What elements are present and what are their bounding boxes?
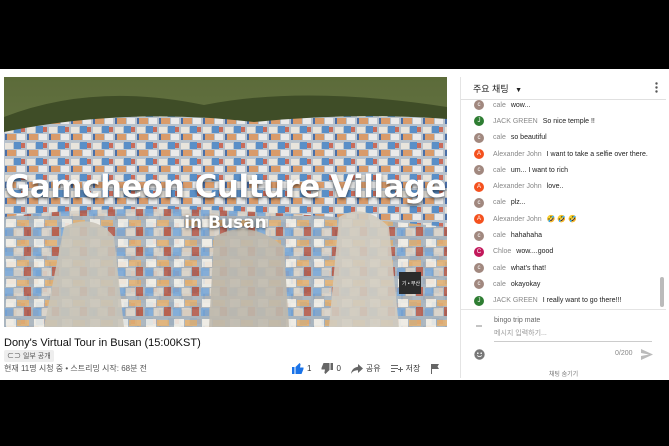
author-avatar: A [474,149,484,160]
live-chat-panel: 주요 채팅 ▼ c cale wow... J JACK GREEN So nice te… [460,77,666,378]
chat-message: c cale wow... [461,97,658,113]
action-bar: 1 0 공유 저장 [292,363,453,374]
chat-message: C Chloe wow....good [461,244,658,260]
author-avatar: J [474,295,484,306]
add-to-playlist-icon [390,364,403,372]
author-avatar: c [474,132,484,143]
author-name[interactable]: Alexander John [493,151,542,158]
message-text: So nice temple !! [542,117,595,125]
author-name[interactable]: JACK GREEN [493,118,538,125]
chat-message: c cale plz... [461,195,658,211]
chat-scrollbar[interactable] [660,277,664,307]
author-avatar: A [474,214,484,225]
author-name[interactable]: cale [493,134,506,141]
save-label: 저장 [405,364,421,373]
author-name[interactable]: cale [493,265,506,272]
message-text: what's that! [510,264,547,272]
chat-message: J JACK GREEN So nice temple !! [461,113,658,129]
visibility-label: 일부 공개 [22,353,51,360]
chat-input[interactable]: 메시지 입력하기... [494,328,652,342]
author-name[interactable]: cale [493,102,506,109]
message-text: hahahaha [510,232,542,240]
message-text: so beautiful [510,134,547,142]
user-avatar [474,318,484,336]
video-player[interactable]: Gamcheon Culture Village in Busan 기 • 부산 [4,77,447,327]
link-icon: ⊂⊃ [7,353,23,360]
user-name: bingo trip mate [494,317,541,324]
message-text: okayokay [510,280,541,288]
viewer-meta: 현재 11명 시청 중 • 스트리밍 시작: 68분 전 [4,364,148,373]
chat-message: A Alexander John 🤣 🤣 🤣 [461,211,658,227]
message-text: wow....good [516,248,554,256]
chat-message: c cale what's that! [461,260,658,276]
author-avatar: C [474,246,484,257]
like-count: 1 [307,364,312,373]
save-button[interactable]: 저장 [390,363,421,374]
chat-message: c cale okayokay [461,276,658,292]
dislike-button[interactable]: 0 [321,363,341,374]
like-button[interactable]: 1 [292,363,311,374]
author-avatar: c [474,100,484,111]
author-avatar: c [474,279,484,290]
author-name[interactable]: cale [493,199,506,206]
message-text: I want to take a selfie over there. [546,150,648,158]
report-button[interactable] [430,363,443,374]
author-name[interactable]: Alexander John [493,216,542,223]
hide-chat-button[interactable]: 채팅 숨기기 [461,369,666,378]
thumbs-down-icon [321,363,334,374]
chat-message: J JACK GREEN I really want to go there!!! [461,293,658,309]
visibility-badge: ⊂⊃ 일부 공개 [4,350,54,362]
video-overlay-title: Gamcheon Culture Village [4,169,447,205]
flag-icon [431,363,440,374]
video-overlay-subtitle: in Busan [184,213,267,233]
author-avatar: c [474,263,484,274]
watermark: 기 • 부산 [401,281,421,287]
chat-messages: c cale wow... J JACK GREEN So nice temple !! c… [461,97,658,309]
thumbs-up-icon [292,363,304,374]
chat-mode-selector[interactable]: 주요 채팅 ▼ [473,82,522,95]
author-name[interactable]: Alexander John [493,183,542,190]
author-avatar: J [474,116,484,127]
char-counter: 0/200 [615,350,633,357]
chat-input-area: bingo trip mate 메시지 입력하기... 0/200 채팅 숨기기 [461,309,666,379]
share-icon [350,363,363,374]
message-text: wow... [510,101,531,109]
youtube-live-page: Gamcheon Culture Village in Busan 기 • 부산… [0,69,669,380]
author-name[interactable]: Chloe [493,248,511,255]
message-text: I really want to go there!!! [542,297,622,305]
message-text: um... I want to rich [510,166,569,174]
chat-message: c cale so beautiful [461,130,658,146]
author-avatar: c [474,197,484,208]
author-avatar: c [474,230,484,241]
chat-message: A Alexander John love.. [461,178,658,194]
video-title: Dony's Virtual Tour in Busan (15:00KST) [4,337,201,349]
author-name[interactable]: cale [493,232,506,239]
message-text: 🤣 🤣 🤣 [546,216,577,224]
share-label: 공유 [365,364,381,373]
message-text: plz... [510,199,526,207]
author-name[interactable]: JACK GREEN [493,297,538,304]
emoji-icon[interactable] [474,347,485,365]
author-avatar: c [474,165,484,176]
message-text: love.. [546,183,564,191]
chat-mode-label: 주요 채팅 [473,83,509,94]
share-button[interactable]: 공유 [350,363,381,374]
dislike-count: 0 [336,364,341,373]
author-avatar: A [474,181,484,192]
author-name[interactable]: cale [493,167,506,174]
author-name[interactable]: cale [493,281,506,288]
dropdown-arrow-icon: ▼ [515,86,523,94]
chat-message: c cale hahahaha [461,227,658,243]
send-icon[interactable] [641,347,653,365]
chat-message: A Alexander John I want to take a selfie o… [461,146,658,162]
more-options-icon[interactable] [655,82,658,95]
chat-message: c cale um... I want to rich [461,162,658,178]
